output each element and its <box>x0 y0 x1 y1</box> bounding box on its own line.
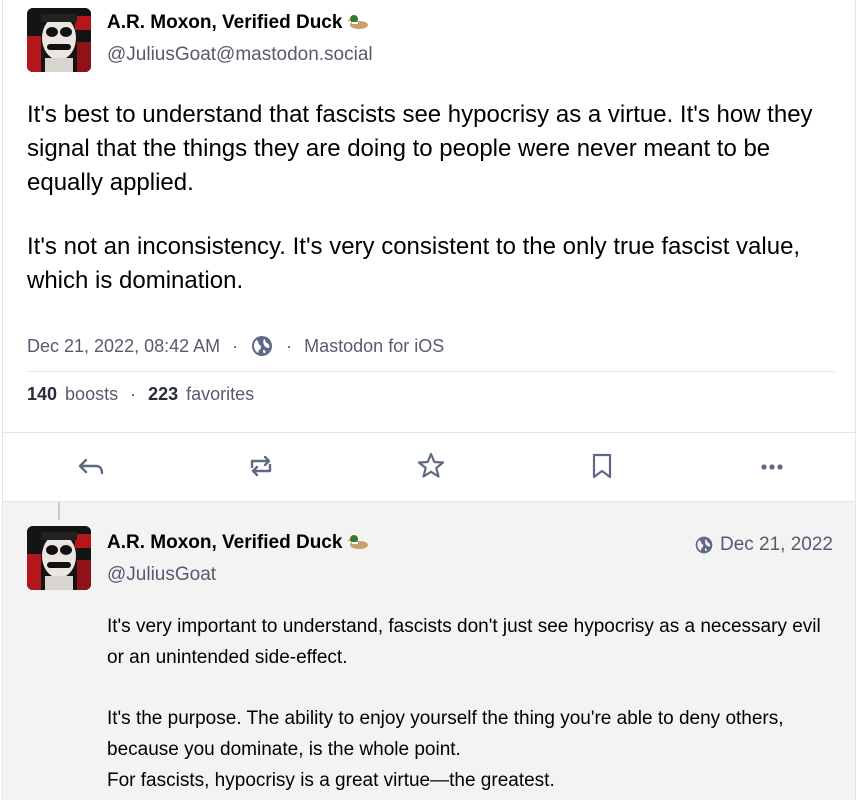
star-icon <box>417 452 445 478</box>
main-post: A.R. Moxon, Verified Duck @JuliusGoat@ma… <box>3 0 855 432</box>
post-stats: 140 boosts · 223 favorites <box>27 384 254 405</box>
separator-dot: · <box>286 335 293 356</box>
favorites-label: favorites <box>186 384 255 404</box>
reply-post[interactable]: A.R. Moxon, Verified Duck @JuliusGoat De… <box>3 502 855 800</box>
post-timestamp[interactable]: Dec 21, 2022, 08:42 AM <box>27 336 220 357</box>
reply-paragraph: For fascists, hypocrisy is a great virtu… <box>107 770 555 791</box>
reply-paragraph: It's the purpose. The ability to enjoy y… <box>107 708 784 760</box>
bookmark-icon <box>592 453 612 479</box>
favorites-count: 223 <box>148 384 179 404</box>
boost-button[interactable] <box>246 451 276 481</box>
bookmark-button[interactable] <box>587 451 617 481</box>
avatar[interactable] <box>27 526 91 590</box>
author-handle[interactable]: @JuliusGoat@mastodon.social <box>107 44 373 66</box>
reply-icon <box>78 458 104 475</box>
globe-icon <box>695 536 713 554</box>
boosts-link[interactable]: 140 boosts <box>27 384 118 405</box>
post-content: It's best to understand that fascists se… <box>27 98 837 328</box>
action-bar <box>3 432 855 502</box>
reply-date[interactable]: Dec 21, 2022 <box>694 534 833 556</box>
more-button[interactable] <box>757 451 787 481</box>
separator-dot: · <box>232 335 239 356</box>
post-paragraph: It's best to understand that fascists se… <box>27 101 813 196</box>
reply-content: It's very important to understand, fasci… <box>107 611 827 796</box>
post-app[interactable]: Mastodon for iOS <box>304 336 444 357</box>
boosts-count: 140 <box>27 384 58 404</box>
reply-button[interactable] <box>76 451 106 481</box>
reply-date-text: Dec 21, 2022 <box>719 534 833 555</box>
author-name[interactable]: A.R. Moxon, Verified Duck <box>107 12 370 34</box>
separator-dot: · <box>130 384 137 404</box>
duck-emoji-icon <box>347 12 370 30</box>
boosts-label: boosts <box>65 384 119 404</box>
boost-icon <box>250 455 272 477</box>
favorites-link[interactable]: 223 favorites <box>148 384 254 405</box>
favorite-button[interactable] <box>416 451 446 481</box>
post-meta: Dec 21, 2022, 08:42 AM · · Mastodon for … <box>27 334 444 358</box>
globe-icon <box>250 334 274 358</box>
divider <box>27 371 835 372</box>
reply-paragraph: It's very important to understand, fasci… <box>107 616 821 668</box>
author-name[interactable]: A.R. Moxon, Verified Duck <box>107 532 370 554</box>
thread-connector <box>58 502 60 520</box>
post-paragraph: It's not an inconsistency. It's very con… <box>27 233 801 294</box>
duck-emoji-icon <box>347 532 370 550</box>
author-handle[interactable]: @JuliusGoat <box>107 564 216 586</box>
timeline-panel: A.R. Moxon, Verified Duck @JuliusGoat@ma… <box>2 0 856 800</box>
avatar[interactable] <box>27 8 91 72</box>
more-icon <box>761 464 783 470</box>
